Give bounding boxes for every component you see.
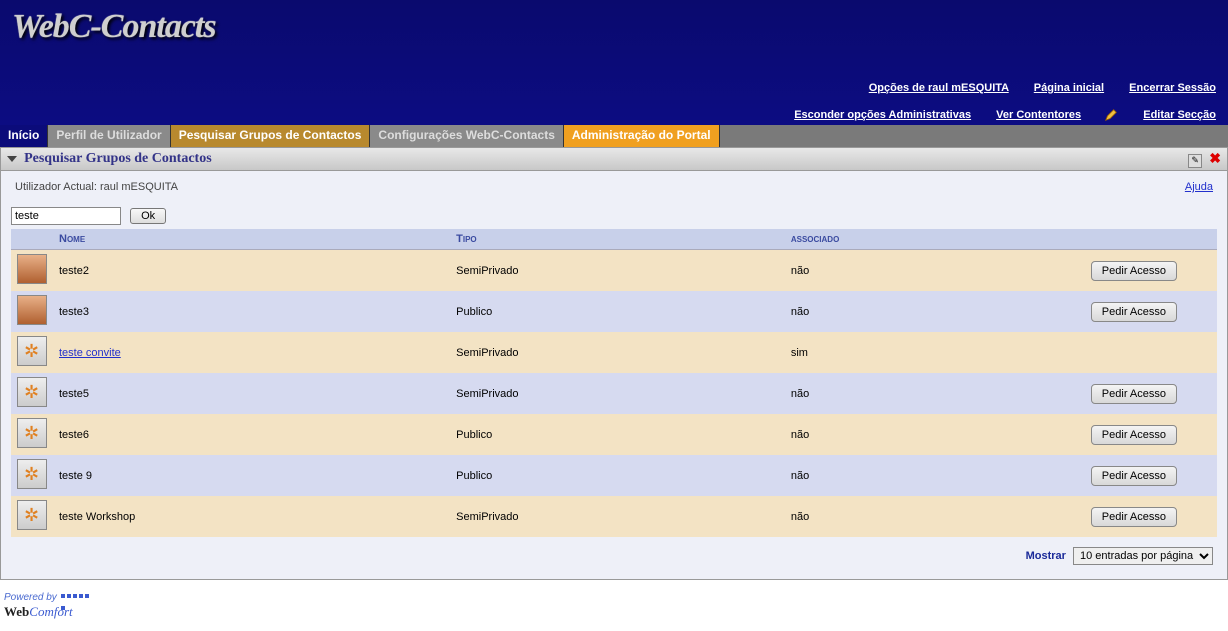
link-opcoes-user[interactable]: Opções de raul mESQUITA bbox=[869, 82, 1009, 94]
group-type: SemiPrivado bbox=[450, 496, 785, 537]
section-edit-icon[interactable]: ✎ bbox=[1188, 154, 1202, 168]
group-associated: não bbox=[785, 291, 1057, 332]
tab-perfil[interactable]: Perfil de Utilizador bbox=[48, 125, 170, 147]
request-access-button[interactable]: Pedir Acesso bbox=[1091, 425, 1177, 445]
group-associated: sim bbox=[785, 332, 1057, 373]
group-associated: não bbox=[785, 250, 1057, 292]
group-name: teste2 bbox=[53, 250, 450, 292]
avatar-group-icon bbox=[17, 459, 47, 489]
table-row: teste5SemiPrivadonão Pedir Acesso bbox=[11, 373, 1217, 414]
pager: Mostrar 10 entradas por página bbox=[11, 547, 1217, 565]
group-type: SemiPrivado bbox=[450, 332, 785, 373]
table-row: teste convite SemiPrivadosim bbox=[11, 332, 1217, 373]
group-name: teste6 bbox=[53, 414, 450, 455]
ok-button[interactable]: Ok bbox=[130, 208, 166, 224]
group-associated: não bbox=[785, 373, 1057, 414]
group-type: SemiPrivado bbox=[450, 373, 785, 414]
footer: Powered by WebComfort bbox=[0, 580, 1228, 630]
group-name: teste5 bbox=[53, 373, 450, 414]
app-header: WebC-Contacts Opções de raul mESQUITA Pá… bbox=[0, 0, 1228, 125]
header-links-row1: Opções de raul mESQUITA Página inicial E… bbox=[847, 82, 1216, 94]
group-associated: não bbox=[785, 455, 1057, 496]
link-encerrar-sessao[interactable]: Encerrar Sessão bbox=[1129, 82, 1216, 94]
avatar-group-icon bbox=[17, 500, 47, 530]
search-input[interactable] bbox=[11, 207, 121, 225]
group-associated: não bbox=[785, 414, 1057, 455]
table-row: teste3Publiconão Pedir Acesso bbox=[11, 291, 1217, 332]
search-row: Ok bbox=[11, 207, 1217, 225]
col-associado[interactable]: associado bbox=[785, 229, 1057, 250]
group-name: teste 9 bbox=[53, 455, 450, 496]
link-editar-seccao[interactable]: Editar Secção bbox=[1143, 109, 1216, 121]
link-pagina-inicial[interactable]: Página inicial bbox=[1034, 82, 1104, 94]
pager-select[interactable]: 10 entradas por página bbox=[1073, 547, 1213, 565]
current-user-label: Utilizador Actual: raul mESQUITA bbox=[15, 181, 178, 193]
col-nome[interactable]: Nome bbox=[53, 229, 450, 250]
section-close-icon[interactable]: ✖ bbox=[1209, 150, 1221, 167]
header-links-row2: Esconder opções Administrativas Ver Cont… bbox=[772, 108, 1216, 122]
tab-admin[interactable]: Administração do Portal bbox=[564, 125, 720, 147]
powered-by-label: Powered by bbox=[4, 592, 57, 603]
group-type: Publico bbox=[450, 414, 785, 455]
section-header: Pesquisar Grupos de Contactos ✎ ✖ bbox=[0, 147, 1228, 171]
table-row: teste6Publiconão Pedir Acesso bbox=[11, 414, 1217, 455]
avatar-group-icon bbox=[17, 336, 47, 366]
link-esconder-admin[interactable]: Esconder opções Administrativas bbox=[794, 109, 971, 121]
request-access-button[interactable]: Pedir Acesso bbox=[1091, 507, 1177, 527]
section-content: Utilizador Actual: raul mESQUITA Ajuda O… bbox=[0, 171, 1228, 580]
group-type: Publico bbox=[450, 455, 785, 496]
tab-inicio[interactable]: Início bbox=[0, 125, 48, 147]
avatar-group-icon bbox=[17, 418, 47, 448]
tab-pesquisar[interactable]: Pesquisar Grupos de Contactos bbox=[171, 125, 371, 147]
results-table: Nome Tipo associado teste2SemiPrivadonão… bbox=[11, 229, 1217, 537]
tab-config[interactable]: Configurações WebC-Contacts bbox=[370, 125, 563, 147]
app-logo: WebC-Contacts bbox=[12, 8, 1216, 46]
group-name-link[interactable]: teste convite bbox=[59, 347, 121, 359]
group-name: teste Workshop bbox=[53, 496, 450, 537]
table-row: teste WorkshopSemiPrivadonão Pedir Acesso bbox=[11, 496, 1217, 537]
section-title: Pesquisar Grupos de Contactos bbox=[24, 151, 212, 166]
avatar-face-icon bbox=[17, 295, 47, 325]
pencil-icon bbox=[1104, 108, 1118, 122]
request-access-button[interactable]: Pedir Acesso bbox=[1091, 384, 1177, 404]
request-access-button[interactable]: Pedir Acesso bbox=[1091, 261, 1177, 281]
help-link[interactable]: Ajuda bbox=[1185, 181, 1213, 193]
avatar-group-icon bbox=[17, 377, 47, 407]
link-ver-contentores[interactable]: Ver Contentores bbox=[996, 109, 1081, 121]
request-access-button[interactable]: Pedir Acesso bbox=[1091, 302, 1177, 322]
group-name: teste3 bbox=[53, 291, 450, 332]
group-associated: não bbox=[785, 496, 1057, 537]
footer-dots-icon bbox=[60, 590, 92, 604]
table-row: teste 9Publiconão Pedir Acesso bbox=[11, 455, 1217, 496]
request-access-button[interactable]: Pedir Acesso bbox=[1091, 466, 1177, 486]
collapse-icon[interactable] bbox=[7, 156, 17, 162]
table-row: teste2SemiPrivadonão Pedir Acesso bbox=[11, 250, 1217, 292]
group-type: SemiPrivado bbox=[450, 250, 785, 292]
footer-brand: WebComfort bbox=[4, 604, 73, 619]
group-type: Publico bbox=[450, 291, 785, 332]
col-tipo[interactable]: Tipo bbox=[450, 229, 785, 250]
pager-label: Mostrar bbox=[1026, 550, 1066, 562]
avatar-face-icon bbox=[17, 254, 47, 284]
main-menu: Início Perfil de Utilizador Pesquisar Gr… bbox=[0, 125, 1228, 147]
